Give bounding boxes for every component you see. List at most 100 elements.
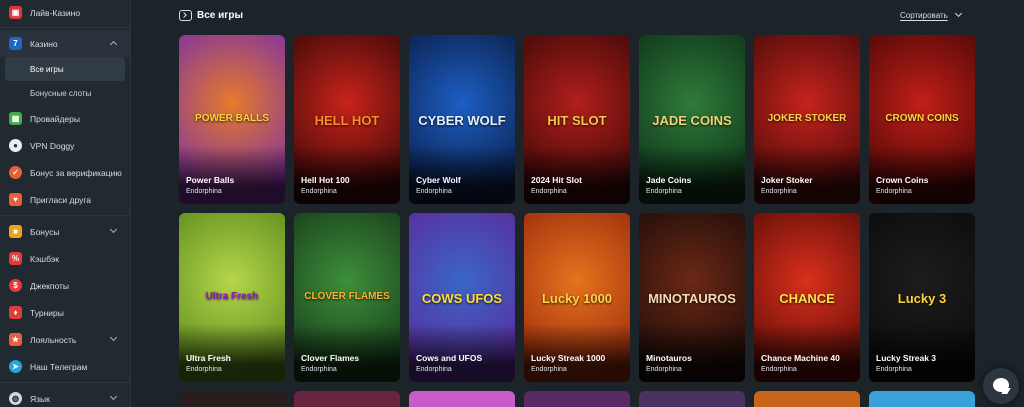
sidebar-item-label: Бонус за верификацию xyxy=(30,167,122,178)
sidebar-subitem-all-games[interactable]: Все игры xyxy=(5,57,125,81)
sidebar-item-bonuses[interactable]: ■ Бонусы xyxy=(0,218,130,245)
game-title: Lucky Streak 3 xyxy=(876,353,937,363)
game-card[interactable]: Lucky 1000 Lucky Streak 1000 Endorphina xyxy=(524,213,630,382)
game-provider: Endorphina xyxy=(646,188,682,195)
game-logo: CROWN COINS xyxy=(885,113,959,124)
game-title: Ultra Fresh xyxy=(186,353,231,363)
game-card[interactable]: JADE COINS Jade Coins Endorphina xyxy=(639,35,745,204)
game-logo: JADE COINS xyxy=(652,113,732,128)
sidebar-item-label: Все игры xyxy=(30,64,64,74)
jackpots-icon: $ xyxy=(9,279,22,292)
game-card[interactable]: CROWN COINS Crown Coins Endorphina xyxy=(869,35,975,204)
game-card-partial[interactable] xyxy=(179,391,285,407)
sort-button[interactable]: Сортировать xyxy=(900,11,948,20)
game-card[interactable]: CYBER WOLF Cyber Wolf Endorphina xyxy=(409,35,515,204)
chevron-down-icon xyxy=(109,225,118,234)
cashback-icon: % xyxy=(9,252,22,265)
game-card-partial[interactable] xyxy=(869,391,975,407)
sidebar-item-label: Лояльность xyxy=(30,334,77,345)
game-logo: POWER BALLS xyxy=(195,113,269,124)
game-logo: MINOTAUROS xyxy=(648,291,736,306)
sidebar: ▣ Лайв-Казино 7 Казино Все игры Бонусные… xyxy=(0,0,131,407)
game-card-partial[interactable] xyxy=(294,391,400,407)
vpn-doggy-icon: ● xyxy=(9,139,22,152)
sidebar-item-label: VPN Doggy xyxy=(30,140,75,151)
sidebar-item-label: Лайв-Казино xyxy=(30,7,81,18)
game-card[interactable]: Ultra Fresh Ultra Fresh Endorphina xyxy=(179,213,285,382)
game-card[interactable]: HELL HOT Hell Hot 100 Endorphina xyxy=(294,35,400,204)
sidebar-item-loyalty[interactable]: ★ Лояльность xyxy=(0,326,130,353)
game-provider: Endorphina xyxy=(416,188,452,195)
game-title: Minotauros xyxy=(646,353,692,363)
game-provider: Endorphina xyxy=(531,366,567,373)
game-provider: Endorphina xyxy=(876,188,912,195)
game-card-partial[interactable] xyxy=(524,391,630,407)
game-card[interactable]: CHANCE Chance Machine 40 Endorphina xyxy=(754,213,860,382)
sidebar-item-jackpots[interactable]: $ Джекпоты xyxy=(0,272,130,299)
sidebar-item-invite-friend[interactable]: ♥ Пригласи друга xyxy=(0,186,130,213)
game-provider: Endorphina xyxy=(186,366,222,373)
sidebar-item-label: Бонусы xyxy=(30,226,60,237)
game-title: Joker Stoker xyxy=(761,175,813,185)
chevron-down-icon xyxy=(109,392,118,401)
game-card[interactable]: CLOVER FLAMES Clover Flames Endorphina xyxy=(294,213,400,382)
invite-friend-icon: ♥ xyxy=(9,193,22,206)
sidebar-item-label: Джекпоты xyxy=(30,280,70,291)
divider xyxy=(0,27,130,28)
live-casino-icon: ▣ xyxy=(9,6,22,19)
game-provider: Endorphina xyxy=(761,188,797,195)
game-logo: HIT SLOT xyxy=(547,113,607,128)
tournaments-icon: ♦ xyxy=(9,306,22,319)
sidebar-item-language[interactable]: ◍ Язык xyxy=(0,385,130,407)
game-title: 2024 Hit Slot xyxy=(531,175,583,185)
game-card[interactable]: MINOTAUROS Minotauros Endorphina xyxy=(639,213,745,382)
casino-seven-icon: 7 xyxy=(9,37,22,50)
game-logo: HELL HOT xyxy=(314,113,380,128)
chevron-down-icon xyxy=(109,333,118,342)
game-logo: CYBER WOLF xyxy=(418,113,506,128)
chat-support-button[interactable] xyxy=(983,368,1019,404)
page-title: Все игры xyxy=(197,10,244,21)
game-title: Crown Coins xyxy=(876,175,929,185)
game-provider: Endorphina xyxy=(876,366,912,373)
game-logo: COWS UFOS xyxy=(421,291,503,306)
game-provider: Endorphina xyxy=(301,366,337,373)
games-icon xyxy=(179,10,192,21)
sidebar-item-vpn-doggy[interactable]: ● VPN Doggy xyxy=(0,132,130,159)
game-title: Cyber Wolf xyxy=(416,175,461,185)
game-provider: Endorphina xyxy=(646,366,682,373)
chevron-down-icon[interactable] xyxy=(954,9,963,18)
game-card[interactable]: COWS UFOS Cows and UFOS Endorphina xyxy=(409,213,515,382)
providers-icon: ▦ xyxy=(9,112,22,125)
sidebar-item-tournaments[interactable]: ♦ Турниры xyxy=(0,299,130,326)
game-card[interactable]: POWER BALLS Power Balls Endorphina xyxy=(179,35,285,204)
game-card-partial[interactable] xyxy=(409,391,515,407)
game-provider: Endorphina xyxy=(531,188,567,195)
game-card[interactable]: JOKER STOKER Joker Stoker Endorphina xyxy=(754,35,860,204)
game-title: Cows and UFOS xyxy=(416,353,483,363)
sidebar-item-providers[interactable]: ▦ Провайдеры xyxy=(0,105,130,132)
divider xyxy=(0,215,130,216)
sidebar-item-label: Пригласи друга xyxy=(30,194,92,205)
divider xyxy=(0,382,130,383)
sidebar-item-label: Турниры xyxy=(30,307,64,318)
sidebar-item-live-casino[interactable]: ▣ Лайв-Казино xyxy=(0,0,130,25)
bonuses-icon: ■ xyxy=(9,225,22,238)
game-card[interactable]: HIT SLOT 2024 Hit Slot Endorphina xyxy=(524,35,630,204)
sidebar-subitem-bonus-slots[interactable]: Бонусные слоты xyxy=(0,81,130,105)
game-card-partial[interactable] xyxy=(639,391,745,407)
game-logo: JOKER STOKER xyxy=(767,113,847,124)
sidebar-item-casino[interactable]: 7 Казино xyxy=(0,30,130,57)
game-title: Clover Flames xyxy=(301,353,360,363)
sidebar-item-verification-bonus[interactable]: ✓ Бонус за верификацию xyxy=(0,159,130,186)
game-title: Lucky Streak 1000 xyxy=(531,353,606,363)
game-title: Chance Machine 40 xyxy=(761,353,840,363)
sidebar-item-label: Казино xyxy=(30,38,58,49)
game-card[interactable]: Lucky 3 Lucky Streak 3 Endorphina xyxy=(869,213,975,382)
sidebar-item-label: Провайдеры xyxy=(30,113,80,124)
sidebar-item-telegram[interactable]: ➤ Наш Телеграм xyxy=(0,353,130,380)
game-provider: Endorphina xyxy=(186,188,222,195)
sidebar-item-cashback[interactable]: % Кэшбэк xyxy=(0,245,130,272)
game-card-partial[interactable] xyxy=(754,391,860,407)
chevron-up-icon xyxy=(109,40,118,49)
